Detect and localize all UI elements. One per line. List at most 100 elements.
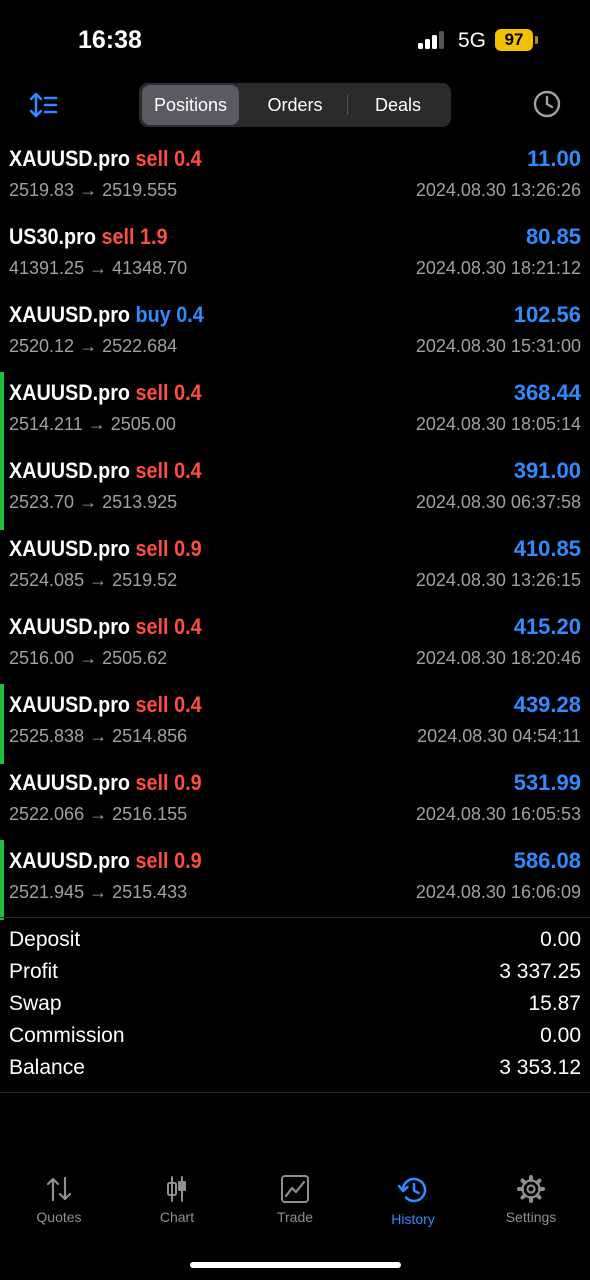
- deal-volume: 0.4: [174, 380, 202, 405]
- deal-prices: 2525.838 → 2514.856: [9, 726, 188, 746]
- deal-volume: 0.4: [174, 692, 202, 717]
- summary-row-deposit: Deposit 0.00: [0, 925, 590, 957]
- deal-profit: 415.20: [513, 614, 581, 639]
- summary-row-profit: Profit 3 337.25: [0, 957, 590, 989]
- network-type: 5G: [458, 29, 487, 52]
- home-indicator[interactable]: [190, 1262, 401, 1268]
- clock-icon[interactable]: [533, 90, 561, 118]
- deal-prices: 2520.12 → 2522.684: [9, 336, 178, 356]
- deal-row[interactable]: XAUUSD.pro sell 0.9 531.99 2522.066 → 25…: [0, 764, 590, 842]
- deal-side: sell: [135, 458, 169, 483]
- deal-row[interactable]: XAUUSD.pro sell 0.4 368.44 2514.211 → 25…: [0, 372, 590, 452]
- deal-time: 2024.08.30 18:21:12: [415, 258, 581, 278]
- deal-profit: 439.28: [513, 692, 581, 717]
- deal-symbol-line: XAUUSD.pro sell 0.4: [9, 146, 202, 172]
- deal-symbol-line: XAUUSD.pro sell 0.4: [9, 458, 202, 484]
- deal-profit: 11.00: [527, 146, 581, 171]
- deal-prices: 2521.945 → 2515.433: [9, 882, 188, 902]
- summary-label: Deposit: [9, 928, 81, 951]
- deal-volume: 0.4: [174, 146, 202, 171]
- deal-profit: 531.99: [513, 770, 581, 795]
- view-segmented-control: Positions Orders Deals: [139, 83, 451, 127]
- deal-row[interactable]: US30.pro sell 1.9 80.85 41391.25 → 41348…: [0, 218, 590, 296]
- tab-settings[interactable]: Settings: [472, 1165, 590, 1235]
- tab-orders[interactable]: Orders: [243, 85, 347, 125]
- deal-close-price: 2522.684: [102, 336, 178, 356]
- summary-value: 15.87: [528, 992, 581, 1015]
- deal-close-price: 2516.155: [112, 804, 188, 824]
- deal-profit: 586.08: [513, 848, 581, 873]
- deal-close-price: 2519.52: [112, 570, 178, 590]
- deal-close-price: 2513.925: [102, 492, 178, 512]
- deal-open-price: 2516.00: [9, 648, 75, 668]
- deal-prices: 2516.00 → 2505.62: [9, 648, 168, 668]
- deal-side: sell: [135, 536, 169, 561]
- deal-prices: 2524.085 → 2519.52: [9, 570, 178, 590]
- history-toolbar: Positions Orders Deals: [0, 80, 590, 130]
- account-summary: Deposit 0.00 Profit 3 337.25 Swap 15.87 …: [0, 917, 590, 1093]
- deal-open-price: 2521.945: [9, 882, 85, 902]
- deal-prices: 41391.25 → 41348.70: [9, 258, 188, 278]
- tab-label: Trade: [276, 1209, 314, 1225]
- deal-side: sell: [135, 692, 169, 717]
- deal-side: sell: [135, 848, 169, 873]
- summary-row-swap: Swap 15.87: [0, 989, 590, 1021]
- deal-open-price: 2523.70: [9, 492, 75, 512]
- deal-row[interactable]: XAUUSD.pro sell 0.4 439.28 2525.838 → 25…: [0, 684, 590, 764]
- deal-symbol-line: XAUUSD.pro buy 0.4: [9, 302, 204, 328]
- tab-history[interactable]: History: [354, 1165, 472, 1235]
- deal-symbol: XAUUSD.pro: [9, 848, 131, 873]
- deal-close-price: 2514.856: [112, 726, 188, 746]
- deal-volume: 0.9: [174, 770, 202, 795]
- deal-close-price: 2515.433: [112, 882, 188, 902]
- deal-volume: 0.4: [176, 302, 204, 327]
- deal-side: buy: [135, 302, 171, 327]
- deal-side: sell: [101, 224, 135, 249]
- deal-row[interactable]: XAUUSD.pro sell 0.9 586.08 2521.945 → 25…: [0, 840, 590, 920]
- deal-row[interactable]: XAUUSD.pro sell 0.4 11.00 2519.83 → 2519…: [0, 140, 590, 218]
- deal-volume: 1.9: [139, 224, 168, 249]
- sort-icon[interactable]: [29, 92, 59, 118]
- deal-profit: 391.00: [513, 458, 581, 483]
- deal-open-price: 2519.83: [9, 180, 75, 200]
- tab-positions[interactable]: Positions: [142, 85, 239, 125]
- deal-row[interactable]: XAUUSD.pro sell 0.4 391.00 2523.70 → 251…: [0, 450, 590, 530]
- deal-open-price: 41391.25: [9, 258, 85, 278]
- deal-symbol-line: XAUUSD.pro sell 0.4: [9, 692, 202, 718]
- deal-time: 2024.08.30 04:54:11: [417, 726, 581, 746]
- summary-row-commission: Commission 0.00: [0, 1021, 590, 1053]
- deal-prices: 2519.83 → 2519.555: [9, 180, 178, 200]
- deal-time: 2024.08.30 16:05:53: [415, 804, 581, 824]
- deal-symbol: XAUUSD.pro: [9, 614, 131, 639]
- summary-label: Profit: [9, 960, 59, 983]
- deal-side: sell: [135, 614, 169, 639]
- deal-row[interactable]: XAUUSD.pro sell 0.4 415.20 2516.00 → 250…: [0, 608, 590, 686]
- deal-open-price: 2514.211: [9, 414, 83, 434]
- tab-quotes[interactable]: Quotes: [0, 1165, 118, 1235]
- tab-deals[interactable]: Deals: [348, 85, 448, 125]
- deal-open-price: 2520.12: [9, 336, 75, 356]
- deal-symbol-line: XAUUSD.pro sell 0.9: [9, 770, 202, 796]
- tab-chart[interactable]: Chart: [118, 1165, 236, 1235]
- deal-symbol-line: XAUUSD.pro sell 0.9: [9, 848, 202, 874]
- deal-symbol: XAUUSD.pro: [9, 380, 131, 405]
- tab-trade[interactable]: Trade: [236, 1165, 354, 1235]
- deal-row[interactable]: XAUUSD.pro buy 0.4 102.56 2520.12 → 2522…: [0, 296, 590, 374]
- deal-time: 2024.08.30 15:31:00: [415, 336, 581, 356]
- summary-value: 0.00: [540, 928, 581, 951]
- summary-label: Swap: [9, 992, 62, 1015]
- gear-icon: [517, 1175, 545, 1203]
- deal-time: 2024.08.30 13:26:15: [415, 570, 581, 590]
- deal-prices: 2514.211 → 2505.00: [9, 414, 176, 434]
- cellular-signal-icon: [418, 31, 448, 49]
- deal-row[interactable]: XAUUSD.pro sell 0.9 410.85 2524.085 → 25…: [0, 530, 590, 608]
- deal-open-price: 2525.838: [9, 726, 85, 746]
- deal-symbol: XAUUSD.pro: [9, 536, 131, 561]
- deal-time: 2024.08.30 06:37:58: [415, 492, 581, 512]
- bottom-tab-bar: Quotes Chart Trade History Settings: [0, 1165, 590, 1245]
- deal-close-price: 2505.62: [102, 648, 168, 668]
- deal-side: sell: [135, 146, 169, 171]
- deal-symbol: XAUUSD.pro: [9, 770, 131, 795]
- deal-volume: 0.4: [174, 614, 202, 639]
- deal-volume: 0.9: [174, 536, 202, 561]
